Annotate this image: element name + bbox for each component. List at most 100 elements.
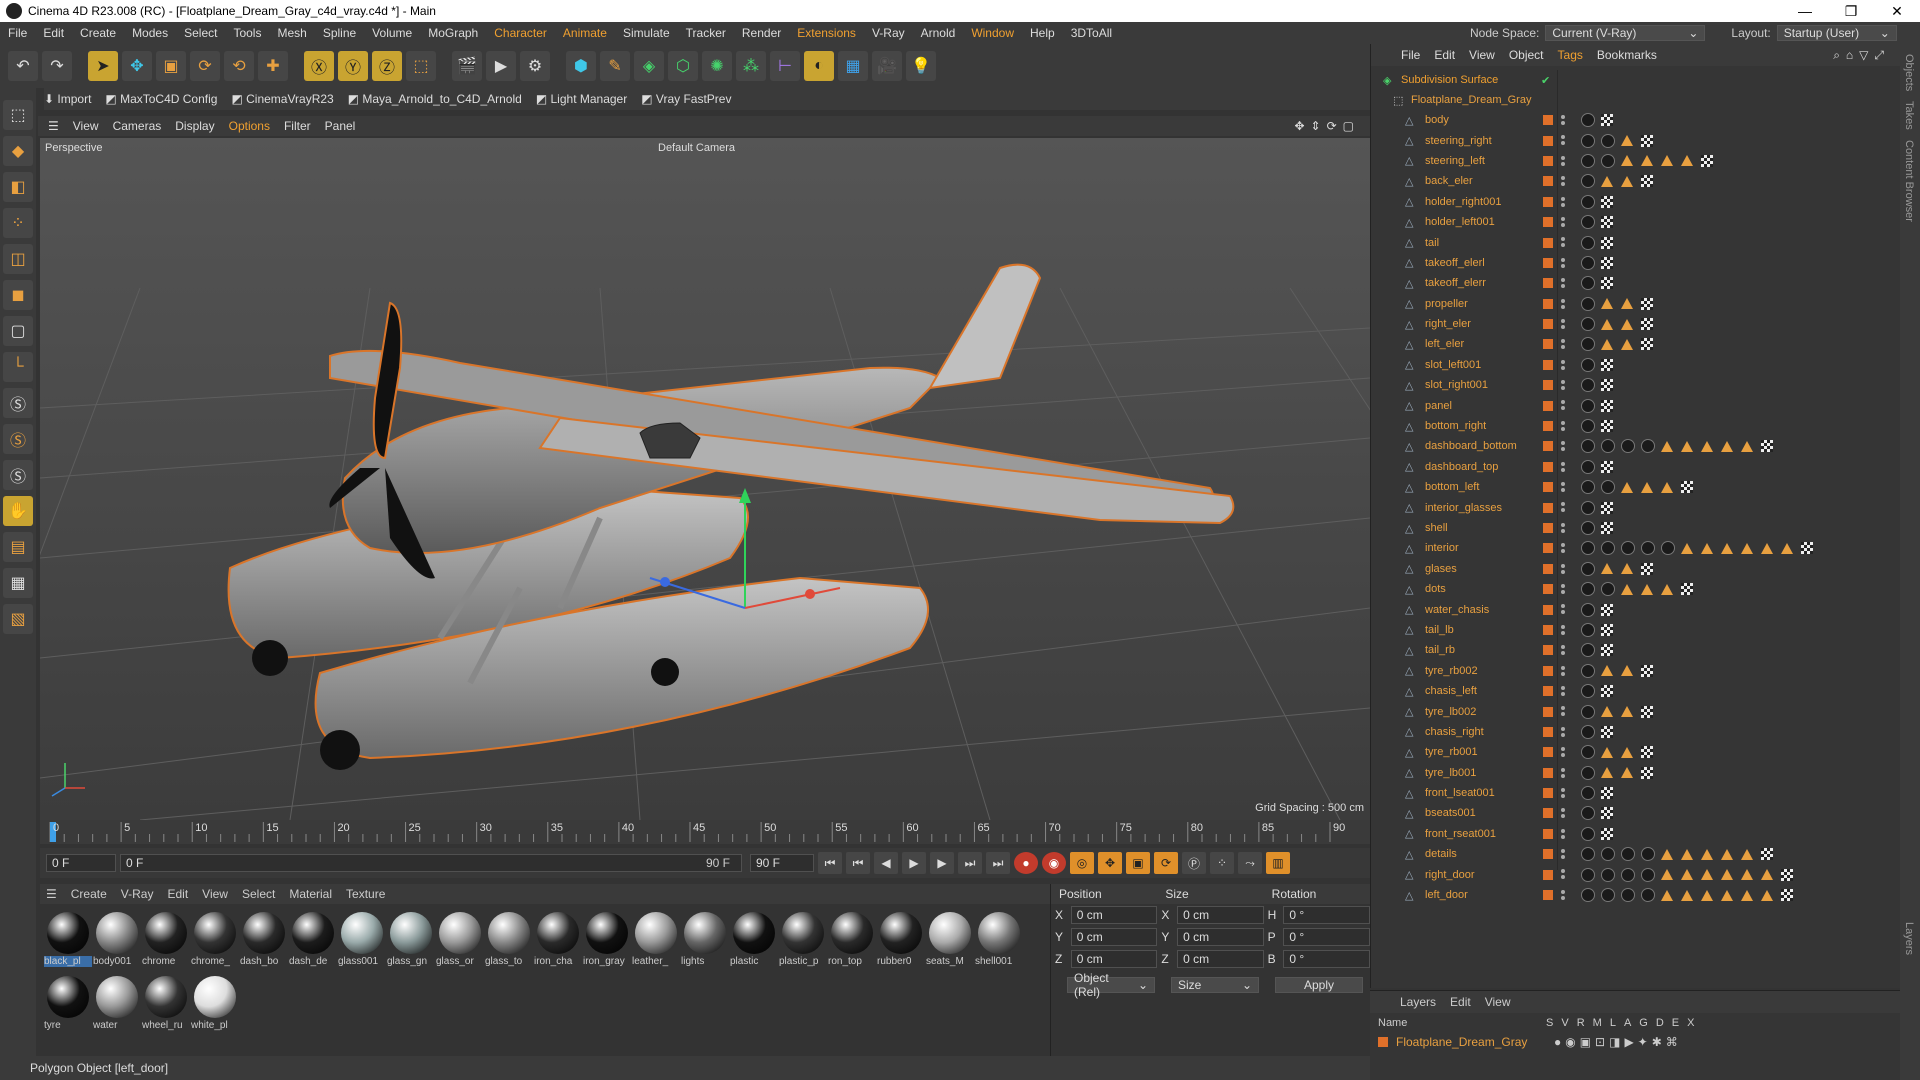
texture-tag-icon[interactable]: [1641, 847, 1655, 862]
object-row[interactable]: △ front_lseat001: [1371, 783, 1901, 803]
texture-tag-icon[interactable]: [1581, 622, 1595, 637]
render-dot-icon[interactable]: [1561, 426, 1565, 431]
object-row[interactable]: △ interior: [1371, 538, 1901, 558]
object-menu-edit[interactable]: Edit: [1434, 48, 1455, 62]
redo-icon[interactable]: ↷: [42, 51, 72, 81]
visibility-dot-icon[interactable]: [1561, 685, 1565, 690]
viewport-nav-icons[interactable]: ✥⇕⟳▢: [1294, 119, 1360, 133]
visibility-dot-icon[interactable]: [1561, 767, 1565, 772]
texture-tag-icon[interactable]: [1581, 582, 1595, 597]
warning-tag-icon[interactable]: [1681, 155, 1693, 167]
material-swatch[interactable]: ron_top: [828, 910, 876, 974]
floor-icon[interactable]: ▦: [838, 51, 868, 81]
object-row[interactable]: △ shell: [1371, 518, 1901, 538]
position-field[interactable]: 0 cm: [1070, 906, 1158, 924]
menu-mesh[interactable]: Mesh: [269, 26, 314, 40]
warning-tag-icon[interactable]: [1601, 298, 1613, 310]
object-row[interactable]: △ chasis_left: [1371, 681, 1901, 701]
layer-tag-icon[interactable]: [1543, 543, 1553, 554]
warning-tag-icon[interactable]: [1681, 542, 1693, 554]
layer-menu-view[interactable]: View: [1485, 995, 1511, 1009]
model-mode-icon[interactable]: ◆: [3, 136, 33, 166]
warning-tag-icon[interactable]: [1621, 706, 1633, 718]
warning-tag-icon[interactable]: [1701, 542, 1713, 554]
visibility-dot-icon[interactable]: [1561, 318, 1565, 323]
key-position-icon[interactable]: ✥: [1098, 852, 1122, 874]
render-dot-icon[interactable]: [1561, 284, 1565, 289]
viewport-menu-display[interactable]: Display: [175, 119, 214, 133]
render-dot-icon[interactable]: [1561, 447, 1565, 452]
warning-tag-icon[interactable]: [1701, 848, 1713, 860]
uvw-tag-icon[interactable]: [1681, 583, 1693, 596]
warning-tag-icon[interactable]: [1601, 706, 1613, 718]
warning-tag-icon[interactable]: [1641, 155, 1653, 167]
warning-tag-icon[interactable]: [1621, 563, 1633, 575]
uvw-tag-icon[interactable]: [1641, 562, 1653, 575]
layer-flags-icons[interactable]: ●◉▣⊡◨▶✦✱⌘: [1554, 1035, 1682, 1049]
uvw-tag-icon[interactable]: [1701, 154, 1713, 167]
enabled-check-icon[interactable]: ✔: [1541, 74, 1550, 87]
object-menu-object[interactable]: Object: [1509, 48, 1544, 62]
visibility-dot-icon[interactable]: [1561, 461, 1565, 466]
render-dot-icon[interactable]: [1561, 386, 1565, 391]
visibility-dot-icon[interactable]: [1561, 482, 1565, 487]
warning-tag-icon[interactable]: [1621, 338, 1633, 350]
visibility-dot-icon[interactable]: [1561, 115, 1565, 119]
visibility-dot-icon[interactable]: [1561, 787, 1565, 792]
uvw-tag-icon[interactable]: [1601, 603, 1613, 616]
object-row[interactable]: △ slot_left001: [1371, 355, 1901, 375]
texture-tag-icon[interactable]: [1581, 378, 1595, 393]
material-menu-texture[interactable]: Texture: [346, 887, 385, 901]
cube-icon[interactable]: ⬢: [566, 51, 596, 81]
texture-tag-icon[interactable]: [1581, 153, 1595, 168]
warning-tag-icon[interactable]: [1661, 155, 1673, 167]
uvw-tag-icon[interactable]: [1601, 399, 1613, 412]
visibility-dot-icon[interactable]: [1561, 543, 1565, 548]
texture-tag-icon[interactable]: [1581, 439, 1595, 454]
material-swatch[interactable]: water: [93, 974, 141, 1038]
layer-tag-icon[interactable]: [1543, 726, 1553, 737]
texture-tag-icon[interactable]: [1641, 888, 1655, 903]
tab-content-browser[interactable]: Content Browser: [1903, 140, 1915, 222]
size-field[interactable]: 0 cm: [1177, 950, 1264, 968]
visibility-dot-icon[interactable]: [1561, 441, 1565, 446]
uvw-tag-icon[interactable]: [1801, 542, 1813, 555]
material-swatch[interactable]: glass_gn: [387, 910, 435, 974]
visibility-dot-icon[interactable]: [1561, 420, 1565, 425]
visibility-dot-icon[interactable]: [1561, 604, 1565, 609]
render-picture-viewer-icon[interactable]: ▶: [486, 51, 516, 81]
light-manager-button[interactable]: ◩ Light Manager: [536, 92, 627, 106]
warning-tag-icon[interactable]: [1621, 175, 1633, 187]
object-row[interactable]: △ slot_right001: [1371, 375, 1901, 395]
texture-tag-icon[interactable]: [1581, 113, 1595, 128]
object-row[interactable]: △ takeoff_elerl: [1371, 253, 1901, 273]
object-row[interactable]: △ dashboard_bottom: [1371, 436, 1901, 456]
uvw-tag-icon[interactable]: [1761, 440, 1773, 453]
object-row[interactable]: △ right_eler: [1371, 314, 1901, 334]
node-space-dropdown[interactable]: Current (V-Ray) ⌄: [1545, 25, 1706, 41]
layer-tag-icon[interactable]: [1543, 890, 1553, 901]
layer-tag-icon[interactable]: [1543, 196, 1553, 207]
render-dot-icon[interactable]: [1561, 753, 1565, 758]
texture-tag-icon[interactable]: [1581, 643, 1595, 658]
visibility-dot-icon[interactable]: [1561, 747, 1565, 752]
visibility-dot-icon[interactable]: [1561, 216, 1565, 221]
layer-tag-icon[interactable]: [1543, 624, 1553, 635]
object-row[interactable]: △ back_eler: [1371, 171, 1901, 191]
layer-color-swatch[interactable]: [1378, 1037, 1388, 1047]
tweak-mode-icon[interactable]: ✋: [3, 496, 33, 526]
object-row[interactable]: △ tyre_lb001: [1371, 763, 1901, 783]
texture-tag-icon[interactable]: [1601, 439, 1615, 454]
play-icon[interactable]: ▶: [902, 852, 926, 874]
render-dot-icon[interactable]: [1561, 712, 1565, 717]
layer-tag-icon[interactable]: [1543, 461, 1553, 472]
subdivision-icon[interactable]: ◈: [634, 51, 664, 81]
layer-tag-icon[interactable]: [1543, 767, 1553, 778]
array-icon[interactable]: ⁂: [736, 51, 766, 81]
render-dot-icon[interactable]: [1561, 304, 1565, 309]
layer-tag-icon[interactable]: [1543, 523, 1553, 533]
edges-mode-icon[interactable]: ◫: [3, 244, 33, 274]
visibility-dot-icon[interactable]: [1561, 665, 1565, 670]
texture-tag-icon[interactable]: [1581, 337, 1595, 352]
render-view-icon[interactable]: 🎬: [452, 51, 482, 81]
